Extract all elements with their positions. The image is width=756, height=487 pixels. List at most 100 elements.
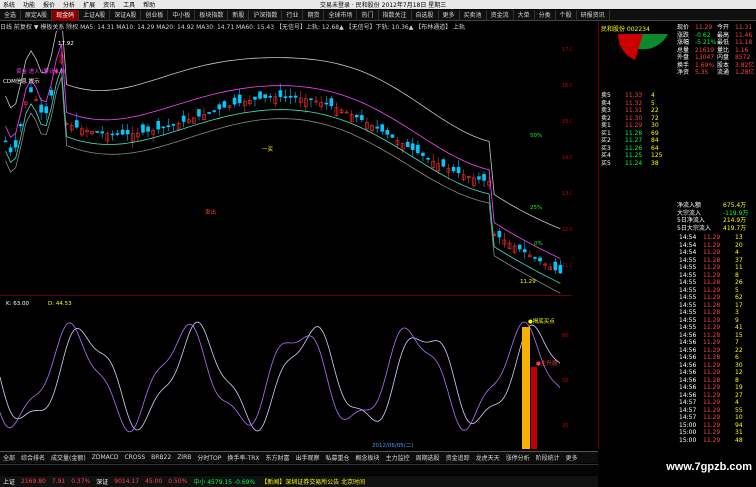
- market-tab[interactable]: 新股: [228, 9, 250, 21]
- candle-body: [497, 230, 502, 238]
- market-tab[interactable]: 沪深指数: [249, 9, 283, 21]
- market-tab[interactable]: 大单: [514, 9, 535, 21]
- market-tab[interactable]: 全选: [0, 9, 22, 21]
- candle-body: [263, 94, 267, 99]
- menu-item[interactable]: 分析: [63, 0, 75, 9]
- tick-row: 14:56 11.29 22: [679, 346, 743, 354]
- candle-body: [553, 261, 558, 271]
- indicator-tab[interactable]: 龙虎天天: [473, 453, 503, 462]
- sh-index-pct: 0.37%: [71, 478, 91, 485]
- indicator-tab[interactable]: 出手观察: [293, 453, 323, 462]
- market-tab[interactable]: 个股: [556, 9, 577, 21]
- tick-row: 14:55 11.29 9: [679, 316, 739, 324]
- market-tab[interactable]: 热门: [357, 9, 379, 21]
- y-tick-label: 16.00: [562, 83, 572, 89]
- market-tab[interactable]: 板块指数: [195, 9, 229, 21]
- indicator-tab[interactable]: 阶段统计: [533, 453, 563, 462]
- candle-body: [426, 157, 430, 160]
- indicator-tab[interactable]: CROSS: [121, 454, 148, 461]
- indicator-tab[interactable]: 周期选股: [413, 453, 443, 462]
- order-row: 卖5 11.33 4: [601, 92, 655, 99]
- order-row: 卖1 11.29 30: [601, 122, 659, 129]
- order-row: 卖2 11.30 72: [601, 114, 659, 122]
- market-tab[interactable]: 买卖池: [460, 9, 487, 21]
- candle-body: [207, 112, 211, 114]
- market-tab[interactable]: 期货: [303, 9, 325, 21]
- indicator-tab[interactable]: ZDMACD: [89, 454, 122, 461]
- candle-body: [146, 126, 150, 132]
- market-tab[interactable]: 全球市场: [324, 9, 358, 21]
- indicator-tab[interactable]: 私募重仓: [323, 453, 353, 462]
- menu-item[interactable]: 功能: [23, 0, 35, 9]
- market-tab[interactable]: 研报资讯: [577, 9, 610, 21]
- flow-row: 5日大宗流入 419.7万: [677, 224, 747, 232]
- market-tab[interactable]: 指数关注: [379, 9, 412, 21]
- candle-body: [268, 95, 273, 98]
- indicator-tab[interactable]: 涨停分析: [503, 453, 533, 462]
- stat-row: 股本 3.82亿: [717, 61, 755, 69]
- candle-body: [18, 124, 23, 127]
- indicator-tab[interactable]: 全部: [0, 453, 18, 462]
- menu-item[interactable]: 扩展: [83, 0, 95, 9]
- market-tab[interactable]: 现金码: [52, 9, 80, 21]
- chart-label: 0%: [534, 241, 543, 247]
- market-tab[interactable]: 自选股: [412, 9, 439, 21]
- candle-body: [49, 89, 54, 96]
- tick-row: 14:55 11.29 11: [679, 264, 743, 271]
- menu-item[interactable]: 资讯: [103, 0, 115, 9]
- indicator-tab[interactable]: ZIRB: [174, 454, 194, 461]
- candle-body: [161, 126, 166, 129]
- market-tab[interactable]: 分类: [535, 9, 556, 21]
- market-tab[interactable]: 行业: [282, 9, 304, 21]
- market-tab[interactable]: 上证A股: [79, 9, 111, 21]
- menu-item[interactable]: 工具: [123, 0, 135, 9]
- indicator-tab[interactable]: 东方财富: [263, 453, 293, 462]
- chart-label: 11.29: [520, 279, 536, 285]
- indicator-tab[interactable]: 换手率-TRX: [224, 453, 262, 462]
- tick-row: 15:00 11.29 94: [679, 421, 743, 429]
- stat-row: 量比 1.16: [717, 46, 749, 54]
- indicator-tab[interactable]: 综合排名: [18, 453, 48, 462]
- tick-row: 14:56 11.29 19: [679, 384, 743, 391]
- ma-line-magenta: [5, 43, 561, 259]
- candle-body: [237, 94, 242, 104]
- indicator-tab[interactable]: 主力监控: [383, 453, 413, 462]
- candle-body: [293, 95, 298, 98]
- other-index: 中小 4579.15 -0.69%: [193, 479, 256, 486]
- indicator-tab[interactable]: BRB22: [148, 454, 174, 461]
- market-tab[interactable]: 深证A股: [110, 9, 142, 21]
- chart-label: 50%: [530, 133, 542, 139]
- market-tab[interactable]: 更多: [439, 9, 460, 21]
- tick-row: 14:56 11.28 15: [679, 331, 743, 339]
- chart-label: 25%: [530, 205, 542, 211]
- kd-indicator-chart[interactable]: K: 63.00 D: 44.53 ●揭底买点 ●主升浪 2012/06/05(二) 80…: [0, 297, 572, 449]
- candle-body: [416, 144, 420, 153]
- indicator-tab[interactable]: 概念板块: [353, 453, 383, 462]
- k-line: [0, 321, 561, 432]
- tick-row: 14:56 11.29 27: [679, 391, 743, 399]
- menu-item[interactable]: 系统: [3, 0, 15, 9]
- market-tab[interactable]: 原定A股: [21, 9, 53, 21]
- menu-item[interactable]: 帮助: [143, 0, 155, 9]
- d-line: [0, 321, 561, 433]
- order-row: 卖4 11.32 5: [601, 99, 655, 107]
- market-tab[interactable]: 中小板: [168, 9, 196, 21]
- indicator-tab[interactable]: 更多: [563, 453, 581, 462]
- indicator-tab[interactable]: 分时TOP: [194, 453, 224, 462]
- news-ticker[interactable]: 【新闻】深圳证券交易所公告 北京时间: [261, 477, 365, 486]
- menu-item[interactable]: 报价: [43, 0, 55, 9]
- tick-row: 14:56 11.28 6: [679, 354, 739, 361]
- flow-row: 净流入额 675.4万: [677, 202, 747, 209]
- indicator-tab[interactable]: 成交量(金额): [48, 453, 89, 462]
- candlestick-chart[interactable]: 17.00 16.00 15.00 14.00 13.00 12.00 11.00 17.92…: [0, 31, 572, 295]
- chart-label: 一买: [262, 145, 274, 153]
- scroll-strip[interactable]: [0, 464, 598, 475]
- market-tab[interactable]: 创业板: [141, 9, 169, 21]
- candle-body: [197, 109, 201, 117]
- indicator-tab[interactable]: 资金追踪: [443, 453, 473, 462]
- market-tab[interactable]: 资金流: [487, 9, 514, 21]
- candle-body: [517, 244, 522, 250]
- candle-body: [522, 249, 527, 253]
- candle-body: [212, 110, 217, 112]
- ind-tick-label: 20: [562, 423, 568, 429]
